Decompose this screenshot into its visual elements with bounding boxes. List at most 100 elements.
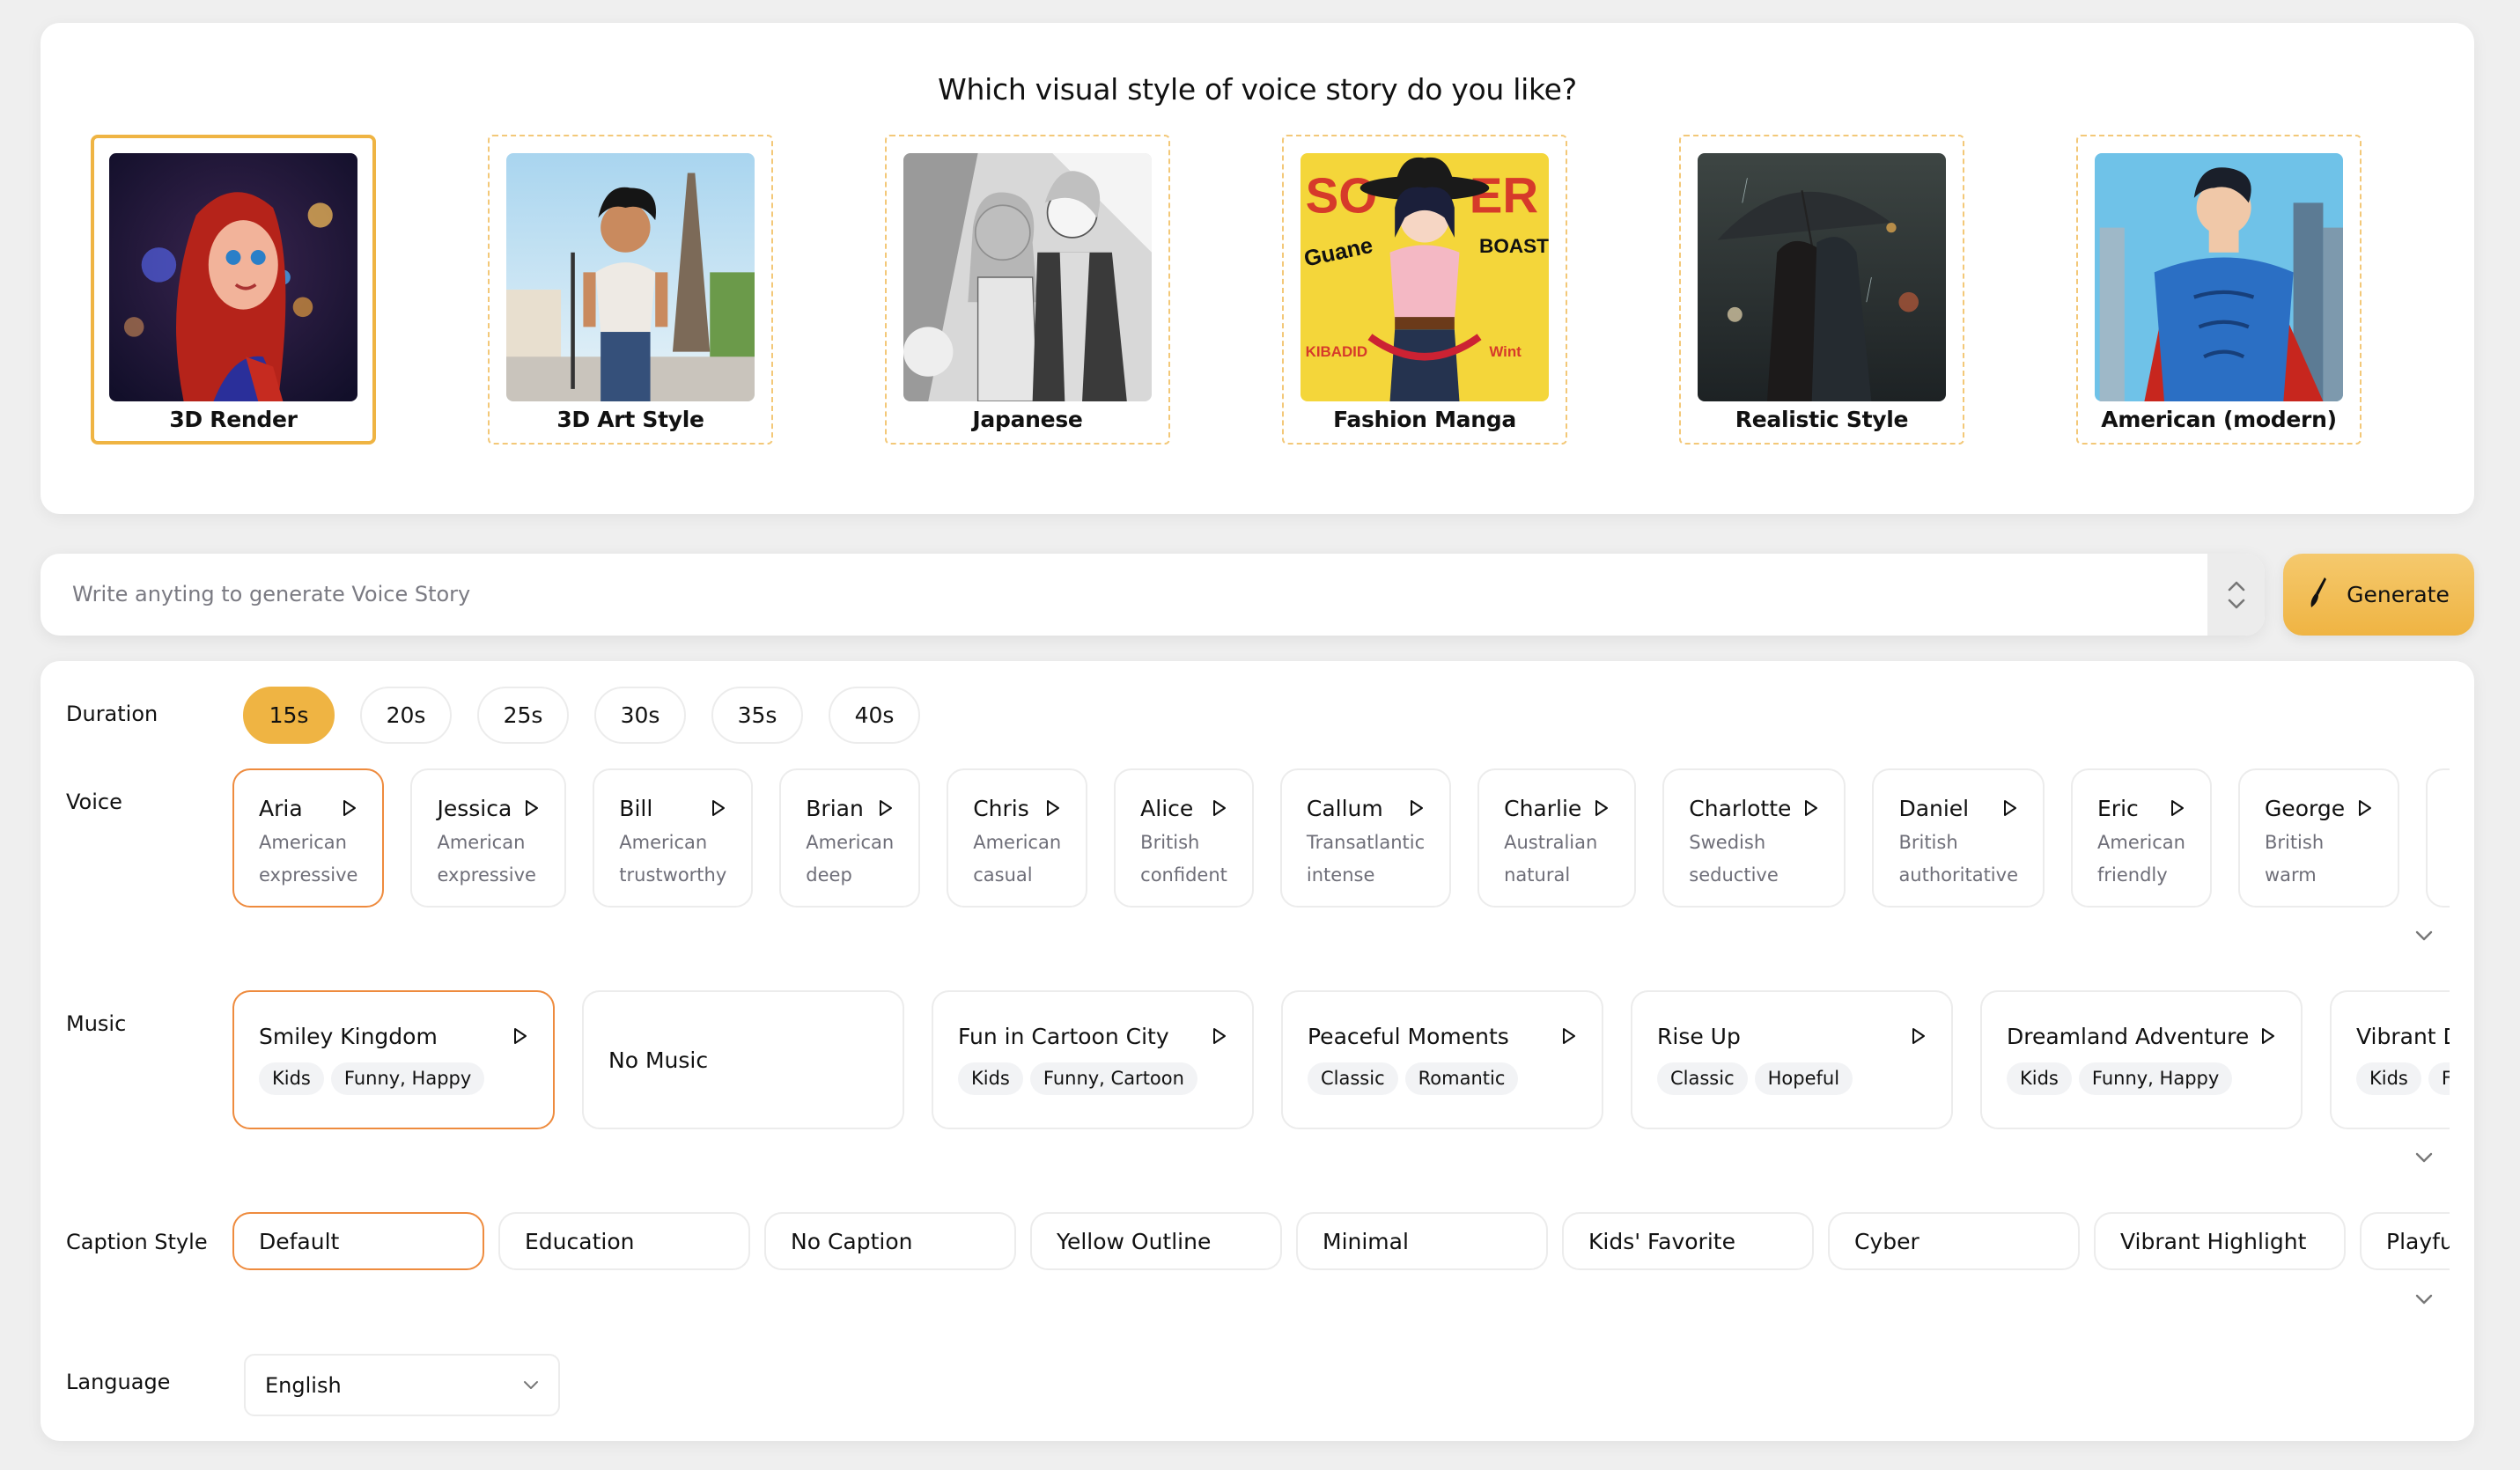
voice-card-charlie[interactable]: Charlie Australian natural (1477, 768, 1637, 908)
play-icon[interactable] (1409, 798, 1425, 818)
play-icon[interactable] (524, 798, 540, 818)
caption-expand-chevron-icon[interactable] (2413, 1292, 2435, 1306)
caption-style-cyber[interactable]: Cyber (1828, 1212, 2080, 1270)
caption-style-carousel[interactable]: Default Education No Caption Yellow Outline… (232, 1212, 2450, 1272)
voice-accent: Transatlantic (1306, 832, 1426, 853)
duration-option-15s[interactable]: 15s (243, 687, 335, 744)
music-title: No Music (608, 1047, 709, 1073)
duration-option-20s[interactable]: 20s (360, 687, 452, 744)
play-icon[interactable] (342, 798, 357, 818)
music-tags: Kids Funny, Happy (2007, 1062, 2276, 1095)
voice-carousel[interactable]: Aria American expressive Jessica American exp… (232, 768, 2450, 909)
caption-style-vibrant-highlight[interactable]: Vibrant Highlight (2094, 1212, 2346, 1270)
language-select[interactable]: English (244, 1354, 560, 1416)
style-card-label: Japanese (972, 407, 1083, 432)
music-carousel[interactable]: Smiley Kingdom Kids Funny, Happy No Music Fu… (232, 990, 2450, 1131)
style-card-label: American (modern) (2101, 407, 2337, 432)
story-prompt-input[interactable] (41, 554, 2207, 636)
voice-accent: American (973, 832, 1062, 853)
duration-option-40s[interactable]: 40s (829, 687, 920, 744)
voice-card-eric[interactable]: Eric American friendly (2071, 768, 2212, 908)
duration-option-30s[interactable]: 30s (594, 687, 686, 744)
play-icon[interactable] (2357, 798, 2373, 818)
music-card-fun-in-cartoon-city[interactable]: Fun in Cartoon City Kids Funny, Cartoon (932, 990, 1254, 1129)
chevron-up-icon[interactable] (2227, 580, 2246, 592)
caption-style-no-caption[interactable]: No Caption (764, 1212, 1016, 1270)
voice-tone: warm (2264, 864, 2317, 886)
caption-style-minimal[interactable]: Minimal (1296, 1212, 1548, 1270)
play-icon[interactable] (1212, 1026, 1227, 1046)
voice-card-brian[interactable]: Brian American deep (779, 768, 921, 908)
style-card-label: 3D Render (169, 407, 298, 432)
music-card-smiley-kingdom[interactable]: Smiley Kingdom Kids Funny, Happy (232, 990, 555, 1129)
music-tag: Kids (259, 1062, 324, 1095)
play-icon[interactable] (2260, 1026, 2276, 1046)
play-icon[interactable] (1594, 798, 1610, 818)
duration-option-25s[interactable]: 25s (477, 687, 569, 744)
generate-button[interactable]: Generate (2283, 554, 2474, 636)
voice-card-header: Callum (1307, 790, 1425, 827)
voice-card-daniel[interactable]: Daniel British authoritative (1872, 768, 2045, 908)
play-icon[interactable] (1803, 798, 1819, 818)
music-card-dreamland-adventure[interactable]: Dreamland Adventure Kids Funny, Happy (1980, 990, 2303, 1129)
caption-style-default[interactable]: Default (232, 1212, 484, 1270)
voice-tone: trustworthy (619, 864, 727, 886)
svg-text:ER: ER (1470, 168, 1538, 224)
voice-card-george[interactable]: George British warm (2237, 768, 2400, 908)
play-icon[interactable] (2002, 798, 2018, 818)
style-thumbnail-realistic-style (1698, 153, 1946, 401)
style-card-3d-art-style[interactable]: 3D Art Style (488, 135, 773, 445)
voice-card-aria[interactable]: Aria American expressive (232, 768, 385, 908)
voice-card-lau[interactable]: LauAmeupb (2426, 768, 2450, 908)
play-icon[interactable] (2170, 798, 2185, 818)
style-card-japanese[interactable]: Japanese (885, 135, 1170, 445)
music-label: Music (66, 1011, 127, 1036)
music-card-no-music[interactable]: No Music (582, 990, 904, 1129)
voice-name: Brian (806, 795, 864, 821)
voice-card-bill[interactable]: Bill American trustworthy (593, 768, 754, 908)
voice-accent: British (1898, 832, 1958, 853)
play-icon[interactable] (711, 798, 726, 818)
style-thumbnail-american-modern (2095, 153, 2343, 401)
music-tag: Hopeful (1754, 1062, 1853, 1095)
voice-accent: American (619, 832, 708, 853)
voice-expand-chevron-icon[interactable] (2413, 929, 2435, 943)
voice-card-header: Bill (619, 790, 726, 827)
voice-card-jessica[interactable]: Jessica American expressive (410, 768, 567, 908)
music-tag: Classic (1657, 1062, 1748, 1095)
chevron-down-icon[interactable] (2227, 598, 2246, 610)
play-icon[interactable] (512, 1026, 528, 1046)
voice-card-callum[interactable]: Callum Transatlantic intense (1279, 768, 1452, 908)
style-card-label: Fashion Manga (1333, 407, 1516, 432)
style-card-fashion-manga[interactable]: SO ER Guane BOAST KIBADID Wint Fashion M… (1282, 135, 1567, 445)
play-icon[interactable] (1561, 1026, 1577, 1046)
voice-card-alice[interactable]: Alice British confident (1114, 768, 1254, 908)
voice-card-charlotte[interactable]: Charlotte Swedish seductive (1662, 768, 1846, 908)
play-icon[interactable] (1911, 1026, 1927, 1046)
voice-accent: Australian (1504, 832, 1598, 853)
caption-style-kids-favorite[interactable]: Kids' Favorite (1562, 1212, 1814, 1270)
music-tag: Funny, Happy (330, 1062, 485, 1095)
music-card-rise-up[interactable]: Rise Up Classic Hopeful (1631, 990, 1953, 1129)
music-card-vibrant-dr[interactable]: Vibrant Dr KidsFu (2330, 990, 2450, 1129)
voice-tone: casual (973, 864, 1033, 886)
style-card-realistic-style[interactable]: Realistic Style (1679, 135, 1964, 445)
caption-style-playfu[interactable]: Playfu (2360, 1212, 2450, 1270)
play-icon[interactable] (878, 798, 894, 818)
music-card-peaceful-moments[interactable]: Peaceful Moments Classic Romantic (1281, 990, 1603, 1129)
prompt-stepper[interactable] (2207, 554, 2265, 636)
play-icon[interactable] (1212, 798, 1227, 818)
caption-style-education[interactable]: Education (498, 1212, 750, 1270)
generate-button-label: Generate (2347, 582, 2450, 607)
style-card-label: Realistic Style (1735, 407, 1909, 432)
caption-style-yellow-outline[interactable]: Yellow Outline (1030, 1212, 1282, 1270)
voice-card-chris[interactable]: Chris American casual (947, 768, 1088, 908)
voice-accent: American (259, 832, 347, 853)
music-expand-chevron-icon[interactable] (2413, 1150, 2435, 1165)
style-card-3d-render[interactable]: 3D Render (91, 135, 376, 445)
language-select-value: English (265, 1372, 342, 1398)
music-tag: Romantic (1404, 1062, 1519, 1095)
play-icon[interactable] (1045, 798, 1061, 818)
style-card-american-modern[interactable]: American (modern) (2076, 135, 2362, 445)
duration-option-35s[interactable]: 35s (711, 687, 803, 744)
